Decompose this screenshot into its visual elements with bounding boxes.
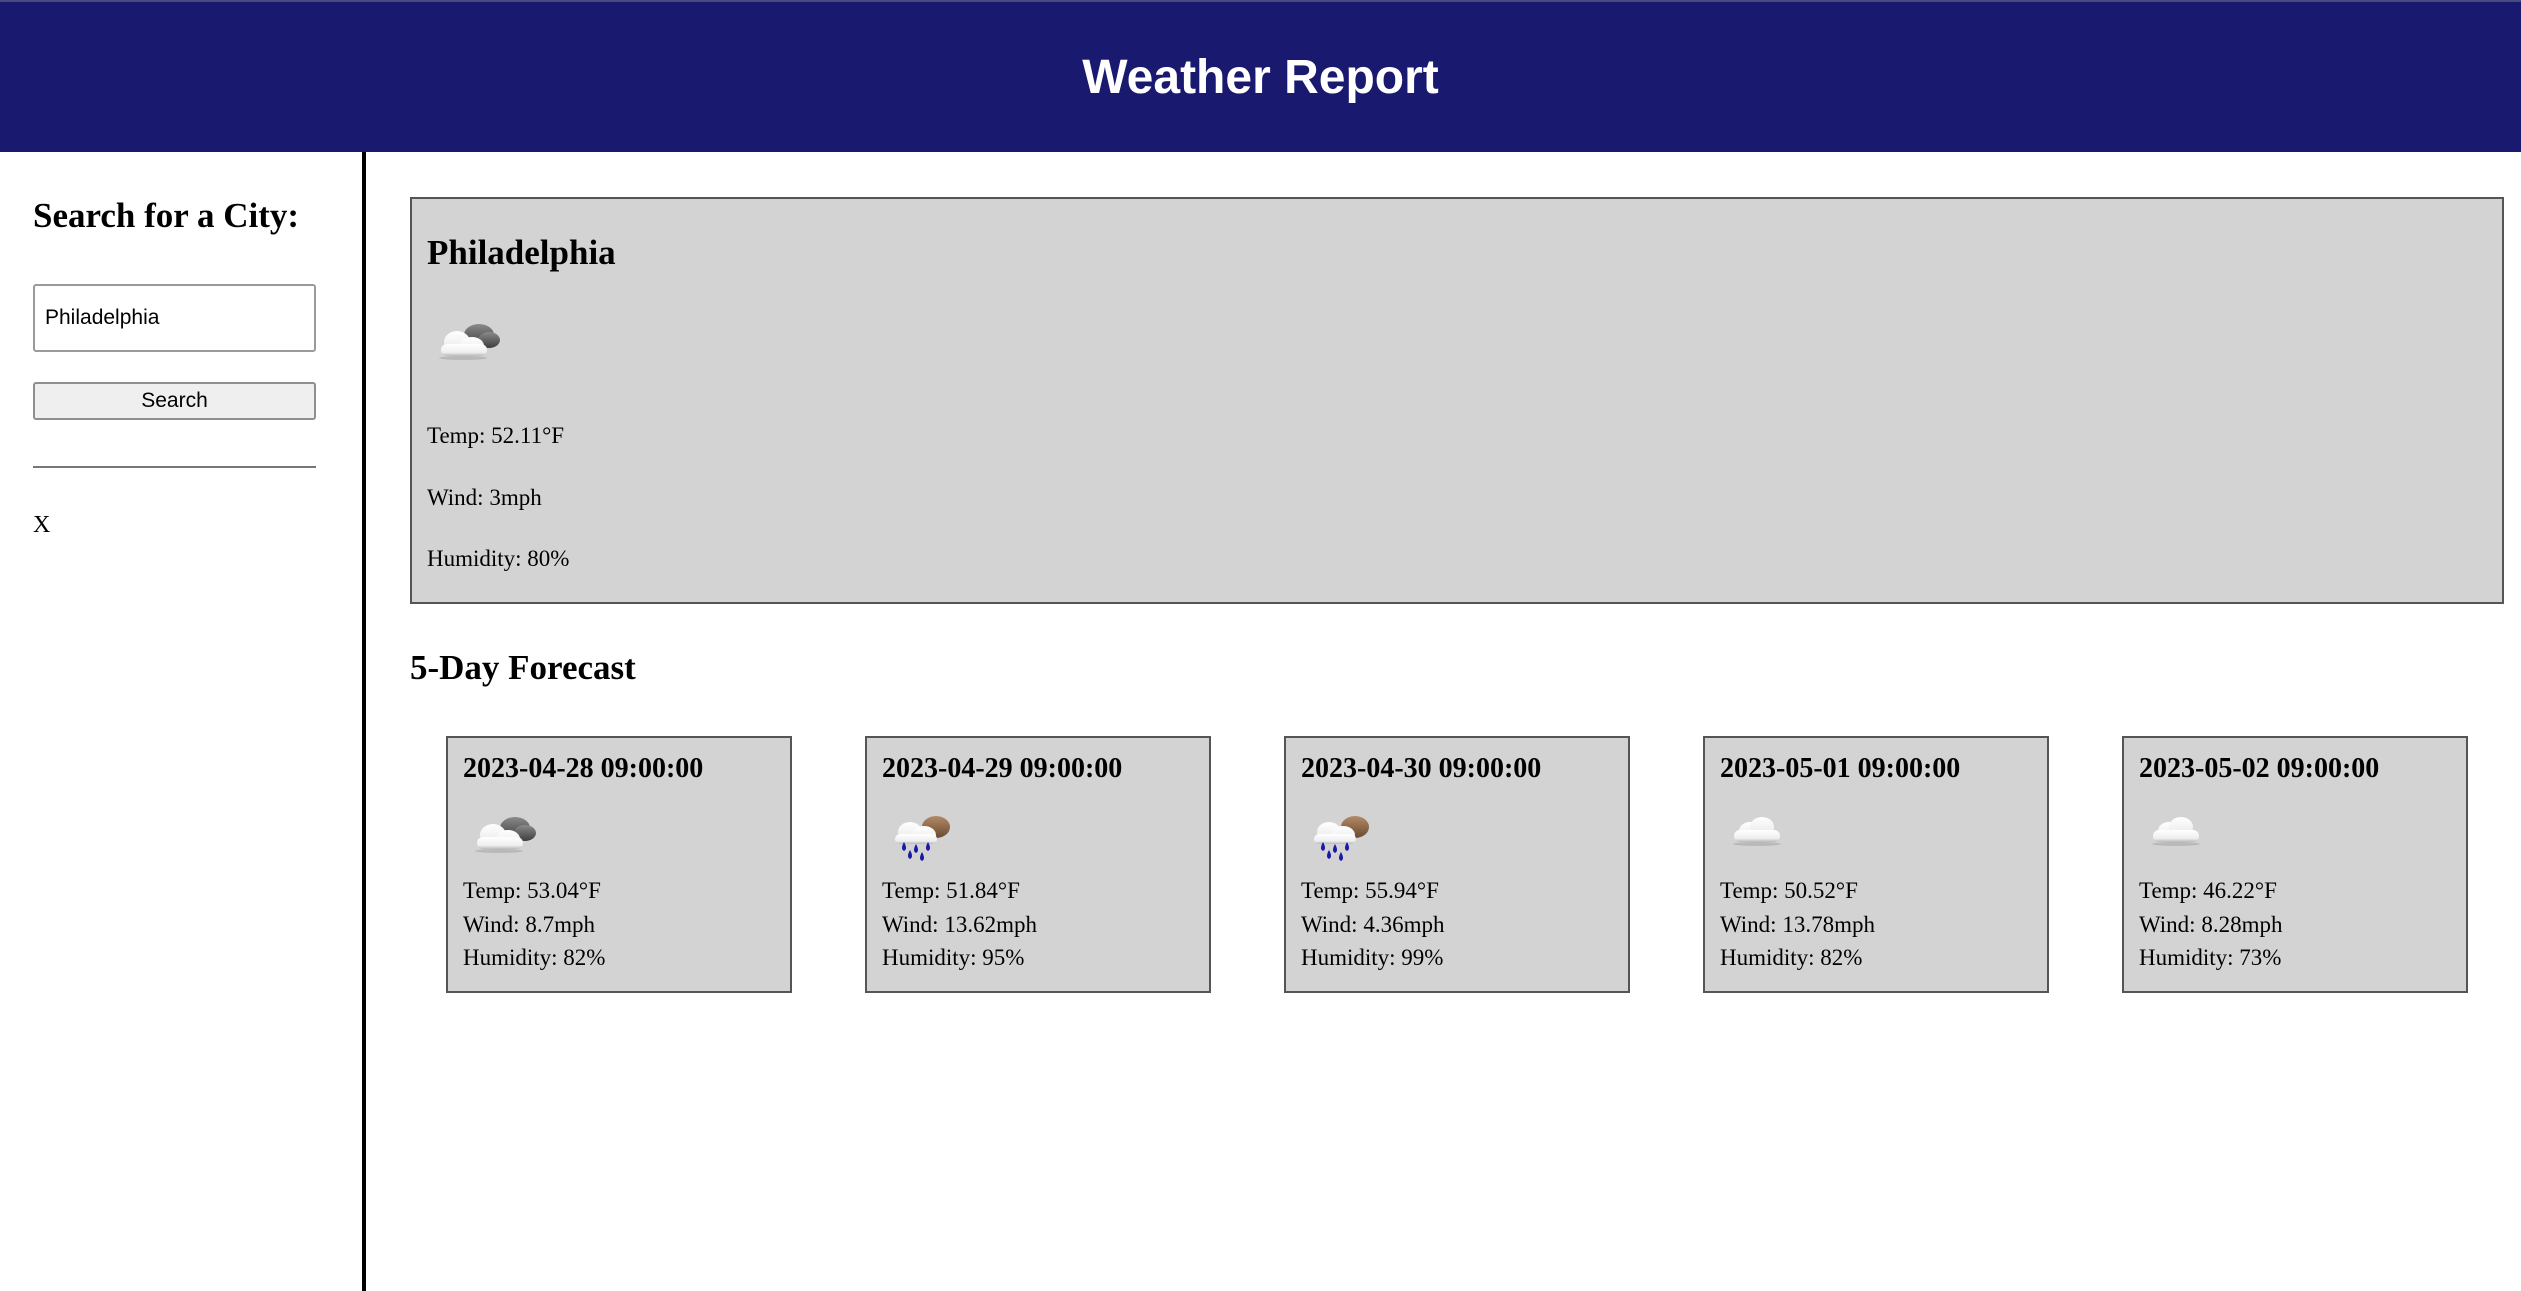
forecast-temp: Temp: 53.04°F	[463, 878, 601, 903]
forecast-card: 2023-05-02 09:00:00 Temp: 46.22°F Wind: …	[2122, 736, 2468, 993]
partly-cloudy-icon	[475, 817, 536, 853]
rain-icon	[895, 816, 950, 861]
forecast-temp: Temp: 51.84°F	[882, 878, 1020, 903]
search-button[interactable]: Search	[33, 382, 316, 420]
forecast-humidity: Humidity: 82%	[463, 945, 606, 970]
forecast-humidity: Humidity: 82%	[1720, 945, 1863, 970]
forecast-wind: Wind: 8.7mph	[463, 912, 595, 937]
forecast-wind: Wind: 8.28mph	[2139, 912, 2283, 937]
forecast-date: 2023-04-30 09:00:00	[1301, 753, 1542, 784]
forecast-date: 2023-05-02 09:00:00	[2139, 753, 2380, 784]
forecast-card: 2023-04-30 09:00:00 Temp: 55.94°F Wind: …	[1284, 736, 1630, 993]
city-search-input[interactable]	[33, 284, 316, 352]
forecast-date: 2023-05-01 09:00:00	[1720, 753, 1961, 784]
page-title: Weather Report	[1082, 50, 1439, 104]
current-temp: Temp: 52.11°F	[427, 423, 565, 448]
app-header: Weather Report	[0, 0, 2521, 152]
sidebar: Search for a City: Search X	[0, 152, 366, 1291]
forecast-humidity: Humidity: 99%	[1301, 945, 1444, 970]
forecast-card: 2023-05-01 09:00:00 Temp: 50.52°F Wind: …	[1703, 736, 2049, 993]
current-wind: Wind: 3mph	[427, 485, 542, 510]
rain-icon	[1314, 816, 1369, 861]
forecast-wind: Wind: 4.36mph	[1301, 912, 1445, 937]
forecast-card: 2023-04-28 09:00:00 Temp: 53.04°F Wind: …	[446, 736, 792, 993]
forecast-date: 2023-04-28 09:00:00	[463, 753, 704, 784]
forecast-wind: Wind: 13.62mph	[882, 912, 1037, 937]
forecast-humidity: Humidity: 73%	[2139, 945, 2282, 970]
current-city-name: Philadelphia	[427, 233, 616, 272]
cloud-icon	[1733, 817, 1781, 846]
cloud-icon	[2152, 817, 2200, 846]
forecast-wind: Wind: 13.78mph	[1720, 912, 1875, 937]
forecast-humidity: Humidity: 95%	[882, 945, 1025, 970]
sidebar-divider	[33, 466, 316, 468]
current-weather-card: Philadelphia Temp: 52.11°F Wind: 3mph Hu…	[410, 197, 2504, 604]
forecast-date: 2023-04-29 09:00:00	[882, 753, 1123, 784]
forecast-title: 5-Day Forecast	[410, 648, 636, 687]
forecast-temp: Temp: 50.52°F	[1720, 878, 1858, 903]
forecast-card: 2023-04-29 09:00:00 Temp: 51.84°F Wind: …	[865, 736, 1211, 993]
search-heading: Search for a City:	[33, 196, 300, 235]
forecast-temp: Temp: 55.94°F	[1301, 878, 1439, 903]
forecast-temp: Temp: 46.22°F	[2139, 878, 2277, 903]
current-humidity: Humidity: 80%	[427, 546, 570, 571]
history-item[interactable]: X	[33, 512, 50, 539]
partly-cloudy-icon	[439, 324, 500, 360]
